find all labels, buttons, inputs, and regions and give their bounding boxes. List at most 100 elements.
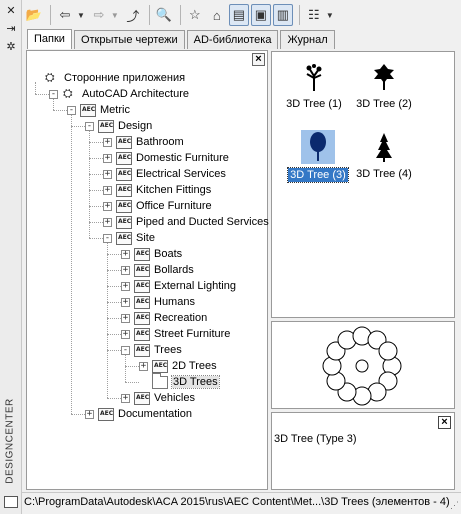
up-icon[interactable]: ⤴ bbox=[123, 4, 143, 26]
palette-title: DESIGNCENTER bbox=[4, 398, 16, 484]
expand-icon[interactable]: + bbox=[103, 137, 112, 147]
aec-folder-icon bbox=[134, 247, 150, 261]
tree-node[interactable]: - Site bbox=[103, 230, 155, 246]
folder-tree[interactable]: × Сторонние приложения -AutoCAD Architect… bbox=[26, 50, 269, 490]
home-icon[interactable]: ⌂ bbox=[207, 4, 227, 26]
expand-icon[interactable]: + bbox=[121, 313, 130, 323]
list-item[interactable]: 3D Tree (4) bbox=[344, 130, 424, 190]
tree-4-icon bbox=[367, 130, 401, 164]
expand-icon[interactable]: + bbox=[121, 393, 130, 403]
close-icon[interactable]: × bbox=[252, 53, 265, 66]
tree-node-label: Site bbox=[136, 232, 155, 244]
tab-folders[interactable]: Папки bbox=[27, 29, 72, 49]
tree-node-label: Bathroom bbox=[136, 136, 184, 148]
tree-node[interactable]: + External Lighting bbox=[121, 278, 236, 294]
close-icon[interactable]: ✕ bbox=[4, 4, 18, 18]
collapse-icon[interactable]: - bbox=[121, 345, 130, 355]
expand-icon[interactable]: + bbox=[103, 185, 112, 195]
toolbar-separator bbox=[298, 5, 300, 25]
expand-icon[interactable]: + bbox=[103, 169, 112, 179]
list-item[interactable]: 3D Tree (2) bbox=[344, 60, 424, 120]
tree-connector bbox=[107, 254, 121, 255]
expand-icon[interactable]: + bbox=[121, 281, 130, 291]
expand-icon[interactable]: + bbox=[85, 409, 94, 419]
collapse-icon[interactable]: - bbox=[49, 89, 58, 99]
tree-node[interactable]: - Metric bbox=[67, 102, 130, 118]
load-icon[interactable]: 📂 bbox=[24, 4, 44, 26]
tree-node-label: 3D Trees bbox=[171, 375, 220, 389]
tree-node[interactable]: + Documentation bbox=[85, 406, 192, 422]
tree-node[interactable]: +2D Trees bbox=[139, 358, 217, 374]
tree-node-label: Bollards bbox=[154, 264, 194, 276]
tree-node[interactable]: + Street Furniture bbox=[121, 326, 230, 342]
properties-icon[interactable]: ✲ bbox=[4, 40, 18, 54]
tree-node[interactable]: + Domestic Furniture bbox=[103, 150, 229, 166]
list-item[interactable]: 3D Tree (1) bbox=[274, 60, 354, 120]
views-dropdown-icon[interactable]: ▼ bbox=[326, 11, 334, 20]
collapse-icon[interactable]: - bbox=[103, 233, 112, 243]
tab-history[interactable]: Журнал bbox=[280, 30, 335, 49]
tree-node[interactable]: - AutoCAD Architecture bbox=[49, 86, 189, 102]
tree-node[interactable]: + Boats bbox=[121, 246, 182, 262]
item-label: 3D Tree (2) bbox=[356, 98, 412, 110]
tree-connector bbox=[89, 222, 103, 223]
description-icon[interactable]: ▥ bbox=[272, 4, 293, 26]
tree-2-icon bbox=[367, 60, 401, 94]
tree-connector bbox=[35, 94, 49, 95]
expand-icon[interactable]: + bbox=[121, 249, 130, 259]
content-area[interactable]: 3D Tree (1) 3D Tree (2) 3D Tree (3) 3D T… bbox=[271, 51, 455, 318]
views-icon[interactable]: ☷ bbox=[304, 4, 324, 26]
tree-node[interactable]: + Bollards bbox=[121, 262, 194, 278]
tree-node[interactable]: - Trees bbox=[121, 342, 182, 358]
close-icon[interactable]: × bbox=[438, 416, 451, 429]
app-icon bbox=[62, 86, 78, 101]
tree-node[interactable]: - Design bbox=[85, 118, 152, 134]
tree-connector bbox=[89, 174, 103, 175]
tab-bar: Папки Открытые чертежи AD-библиотека Жур… bbox=[27, 29, 337, 50]
forward-icon[interactable]: ⇨ bbox=[89, 4, 109, 26]
toolbar-separator bbox=[148, 5, 150, 25]
tree-connector bbox=[71, 114, 72, 414]
tree-node[interactable]: + Recreation bbox=[121, 310, 207, 326]
expand-icon[interactable]: + bbox=[121, 329, 130, 339]
tree-node[interactable]: + Electrical Services bbox=[103, 166, 226, 182]
expand-icon[interactable]: + bbox=[103, 201, 112, 211]
tree-node[interactable]: 3D Trees bbox=[139, 372, 220, 390]
forward-dropdown-icon[interactable]: ▼ bbox=[111, 11, 119, 20]
tree-node[interactable]: + Piped and Ducted Services bbox=[103, 214, 269, 230]
tree-node[interactable]: + Office Furniture bbox=[103, 198, 212, 214]
resize-grip-icon[interactable]: ⋰ bbox=[450, 498, 459, 512]
back-dropdown-icon[interactable]: ▼ bbox=[77, 11, 85, 20]
aec-folder-icon bbox=[80, 103, 96, 117]
tab-ad-library[interactable]: AD-библиотека bbox=[186, 30, 279, 49]
tree-connector bbox=[71, 126, 85, 127]
back-icon[interactable]: ⇦ bbox=[55, 4, 75, 26]
tree-node[interactable]: + Humans bbox=[121, 294, 195, 310]
favorites-icon[interactable]: ☆ bbox=[185, 4, 205, 26]
aec-folder-icon bbox=[116, 199, 132, 213]
tree-node[interactable]: + Vehicles bbox=[121, 390, 195, 406]
description-pane: × 3D Tree (Type 3) bbox=[271, 412, 455, 490]
expand-icon[interactable]: + bbox=[103, 153, 112, 163]
expand-icon[interactable]: + bbox=[139, 361, 148, 371]
tree-node-label: Piped and Ducted Services bbox=[136, 216, 269, 228]
tab-open-drawings[interactable]: Открытые чертежи bbox=[73, 30, 185, 49]
expand-icon[interactable]: + bbox=[121, 265, 130, 275]
collapse-icon[interactable]: - bbox=[85, 121, 94, 131]
tree-view-toggle-icon[interactable]: ▤ bbox=[228, 4, 249, 26]
collapse-icon[interactable]: - bbox=[67, 105, 76, 115]
auto-hide-icon[interactable]: ⇥ bbox=[4, 22, 18, 36]
search-icon[interactable]: 🔍 bbox=[154, 4, 174, 26]
tree-node[interactable]: + Kitchen Fittings bbox=[103, 182, 211, 198]
expand-icon[interactable]: + bbox=[103, 217, 112, 227]
tree-node-label: Сторонние приложения bbox=[64, 72, 186, 84]
tree-connector bbox=[107, 242, 108, 398]
tree-plan-preview bbox=[322, 326, 402, 406]
preview-shape bbox=[378, 341, 398, 361]
tree-node[interactable]: Сторонние приложения bbox=[31, 70, 185, 86]
aec-folder-icon bbox=[134, 263, 150, 277]
tree-node[interactable]: + Bathroom bbox=[103, 134, 184, 150]
expand-icon[interactable]: + bbox=[121, 297, 130, 307]
preview-icon[interactable]: ▣ bbox=[250, 4, 271, 26]
tree-node-label: Vehicles bbox=[154, 392, 195, 404]
